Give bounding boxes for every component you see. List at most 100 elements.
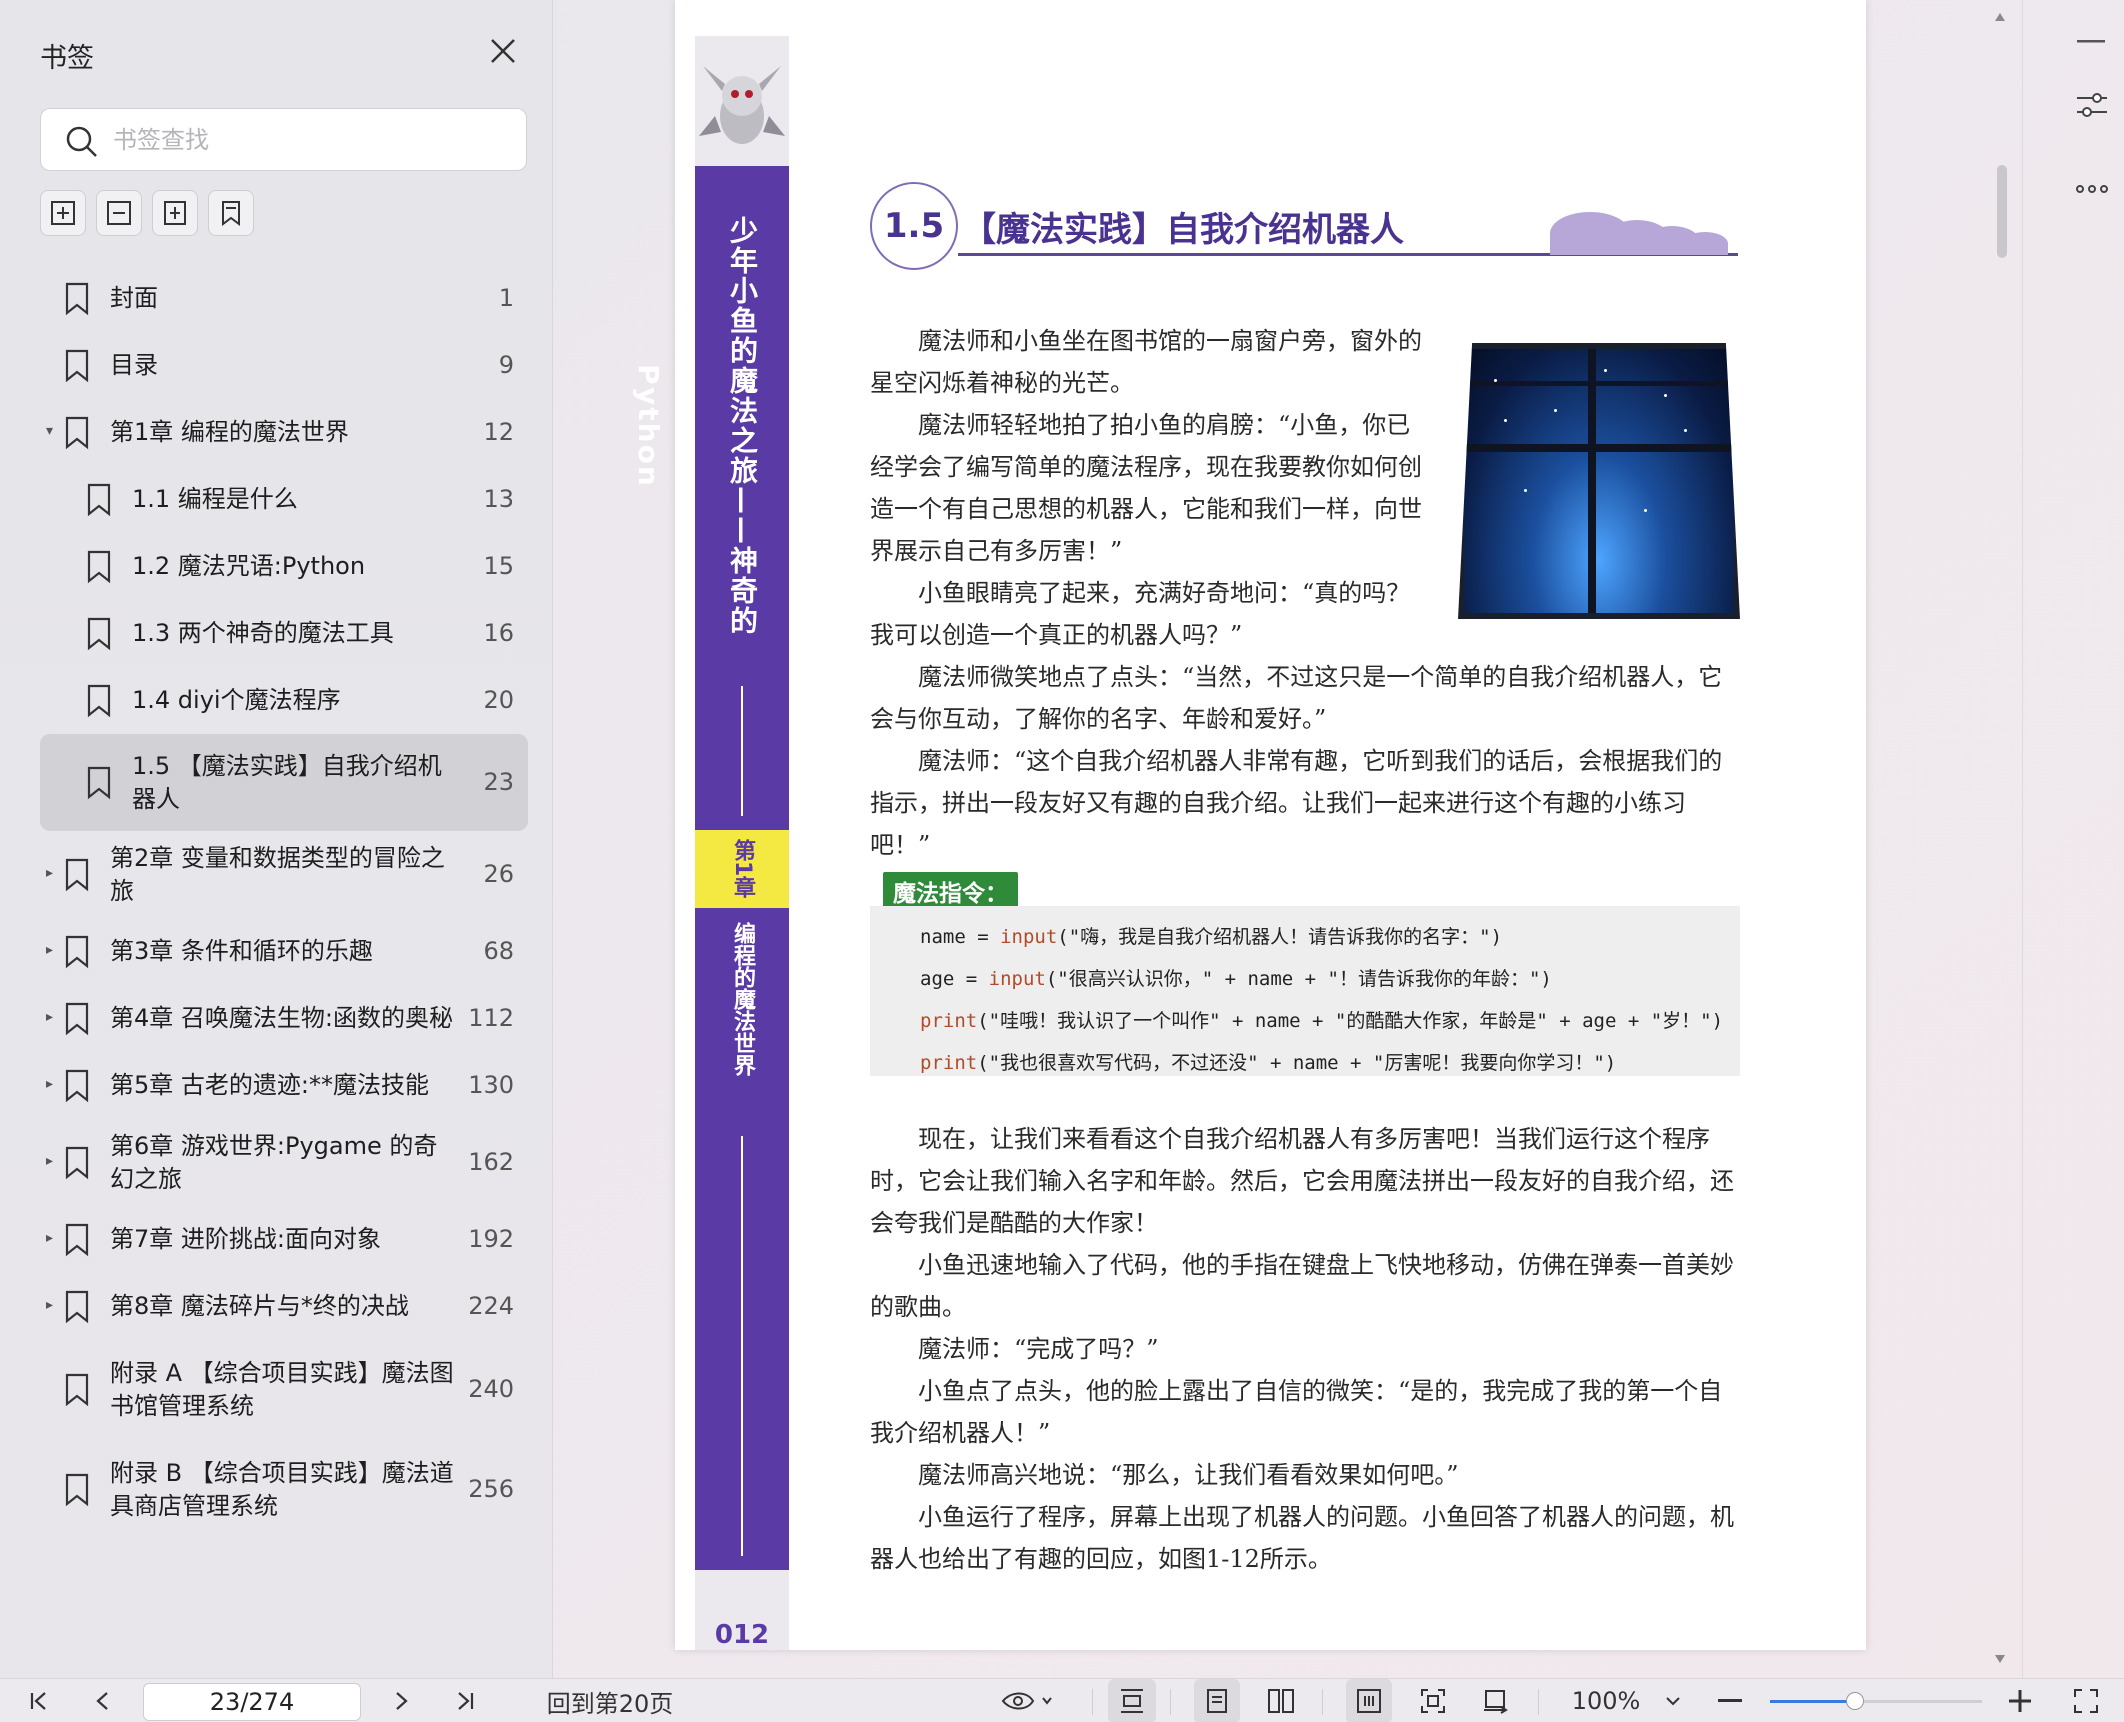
bookmark-page-number: 23 [483,767,514,796]
sidebar-item-bookmark[interactable]: ▸ 第4章 召唤魔法生物:函数的奥秘 112 [40,985,528,1052]
bookmark-page-number: 9 [498,350,514,379]
divider [1322,1689,1323,1715]
previous-page-icon[interactable] [86,1679,120,1722]
bookmark-icon [86,483,112,517]
bookmark-label: 第6章 游戏世界:Pygame 的奇幻之旅 [110,1131,438,1193]
bookmark-label: 第2章 变量和数据类型的冒险之旅 [110,843,445,905]
scrollbar-thumb[interactable] [1997,165,2007,258]
next-page-icon[interactable] [384,1679,418,1722]
continuous-scroll-icon[interactable] [1346,1679,1392,1722]
page-number-input[interactable]: 23/274 [143,1683,361,1721]
section-heading: 1.5 【魔法实践】自我介绍机器人 [870,182,1740,272]
bookmark-label: 封面 [110,284,158,312]
paragraph: 魔法师轻轻地拍了拍小鱼的肩膀：“小鱼，你已经学会了编写简单的魔法程序，现在我要教… [870,411,1422,565]
adjust-settings-icon[interactable] [2075,90,2109,120]
paragraph: 魔法师微笑地点了点头：“当然，不过这只是一个简单的自我介绍机器人，它会与你互动，… [870,663,1723,733]
sidebar-item-bookmark[interactable]: 封面 1 [40,265,528,332]
last-page-icon[interactable] [448,1679,482,1722]
bookmark-page-number: 16 [483,618,514,647]
rotate-page-icon[interactable] [1472,1679,1518,1722]
expand-arrow-icon[interactable]: ▸ [46,1297,60,1313]
scroll-up-icon[interactable] [1994,12,2006,22]
bookmark-icon [64,858,90,892]
add-bookmark-icon[interactable] [40,190,86,236]
single-page-icon[interactable] [1194,1679,1240,1722]
bookmark-sidebar: 书签 封面 1 目录 9 ▾ 第1章 编程的魔法世界 12 1.1 编程是什么 13 1.2 魔法… [0,0,553,1678]
expand-bookmarks-icon[interactable] [152,190,198,236]
bookmark-search-box[interactable] [40,108,527,171]
bookmark-label: 附录 A 【综合项目实践】魔法图书馆管理系统 [110,1359,454,1420]
sidebar-item-bookmark[interactable]: 1.5 【魔法实践】自我介绍机器人 23 [40,734,528,831]
remove-bookmark-icon[interactable] [96,190,142,236]
right-tool-rail [2022,0,2124,1678]
expand-arrow-icon[interactable]: ▾ [46,423,60,439]
expand-arrow-icon[interactable]: ▸ [46,1230,60,1246]
bookmark-search-input[interactable] [113,119,503,161]
two-page-icon[interactable] [1258,1679,1304,1722]
expand-arrow-icon[interactable]: ▸ [46,942,60,958]
bookmark-label: 第4章 召唤魔法生物:函数的奥秘 [110,1004,453,1032]
back-to-page-link[interactable]: 回到第20页 [535,1679,685,1722]
bookmark-label: 1.3 两个神奇的魔法工具 [132,619,394,647]
bookmark-page-number: 13 [483,484,514,513]
expand-arrow-icon[interactable]: ▸ [46,1153,60,1169]
bookmark-icon [64,935,90,969]
divider [1092,1689,1093,1715]
first-page-icon[interactable] [22,1679,56,1722]
zoom-slider-thumb[interactable] [1845,1692,1864,1710]
bookmark-label: 附录 B 【综合项目实践】魔法道具商店管理系统 [110,1459,454,1520]
bookmark-ribbon-icon[interactable] [208,190,254,236]
bookmark-icon [64,1069,90,1103]
sidebar-item-bookmark[interactable]: ▾ 第1章 编程的魔法世界 12 [40,399,528,466]
sidebar-item-bookmark[interactable]: 附录 A 【综合项目实践】魔法图书馆管理系统 240 [40,1340,528,1440]
expand-arrow-icon[interactable]: ▸ [46,1076,60,1092]
zoom-in-icon[interactable] [1998,1679,2042,1722]
bookmark-icon [64,282,90,316]
spine-title: 少年小鱼的魔法之旅——神奇的Python [632,216,759,636]
search-icon [65,125,99,159]
bookmark-page-number: 15 [483,551,514,580]
sidebar-item-bookmark[interactable]: 目录 9 [40,332,528,399]
sidebar-item-bookmark[interactable]: ▸ 第8章 魔法碎片与*终的决战 224 [40,1273,528,1340]
bookmark-icon [64,1223,90,1257]
bookmark-icon [64,1373,90,1407]
zoom-dropdown-icon[interactable] [1660,1679,1686,1722]
sidebar-item-bookmark[interactable]: 1.4 diyi个魔法程序 20 [40,667,528,734]
fit-page-icon[interactable] [1410,1679,1456,1722]
bookmark-page-number: 1 [498,283,514,312]
spine-divider-lower [741,1136,743,1556]
sidebar-item-bookmark[interactable]: 1.1 编程是什么 13 [40,466,528,533]
bookmark-label: 1.4 diyi个魔法程序 [132,686,341,714]
fit-width-icon[interactable] [1108,1679,1156,1722]
sidebar-item-bookmark[interactable]: 附录 B 【综合项目实践】魔法道具商店管理系统 256 [40,1440,528,1540]
sidebar-item-bookmark[interactable]: 1.2 魔法咒语:Python 15 [40,533,528,600]
mascot-image [695,36,789,166]
expand-arrow-icon[interactable]: ▸ [46,865,60,881]
fullscreen-icon[interactable] [2064,1679,2108,1722]
section-number: 1.5 [870,182,958,270]
scroll-down-icon[interactable] [1994,1654,2006,1664]
zoom-out-icon[interactable] [1712,1679,1748,1722]
close-icon[interactable] [488,36,518,66]
bookmark-page-number: 240 [468,1375,514,1403]
paragraph: 魔法师：“完成了吗？” [918,1335,1159,1363]
bookmark-icon [64,1290,90,1324]
eye-view-icon[interactable] [998,1679,1060,1722]
bottom-toolbar: 23/274 回到第20页 100% [0,1678,2124,1722]
zoom-level[interactable]: 100% [1566,1679,1646,1722]
intro-paragraphs: 魔法师和小鱼坐在图书馆的一扇窗户旁，窗外的星空闪烁着神秘的光芒。 魔法师轻轻地拍… [870,320,1430,572]
minimize-icon[interactable] [2077,40,2105,44]
bookmark-label: 第1章 编程的魔法世界 [110,418,349,446]
bookmark-page-number: 256 [468,1475,514,1503]
sidebar-item-bookmark[interactable]: ▸ 第2章 变量和数据类型的冒险之旅 26 [40,831,528,918]
bookmark-label: 1.2 魔法咒语:Python [132,552,366,580]
bookmark-page-number: 130 [468,1070,514,1099]
sidebar-item-bookmark[interactable]: 1.3 两个神奇的魔法工具 16 [40,600,528,667]
sidebar-item-bookmark[interactable]: ▸ 第3章 条件和循环的乐趣 68 [40,918,528,985]
sidebar-item-bookmark[interactable]: ▸ 第7章 进阶挑战:面向对象 192 [40,1206,528,1273]
paragraph: 小鱼运行了程序，屏幕上出现了机器人的问题。小鱼回答了机器人的问题，机器人也给出了… [870,1503,1734,1573]
sidebar-item-bookmark[interactable]: ▸ 第6章 游戏世界:Pygame 的奇幻之旅 162 [40,1119,528,1206]
more-options-icon[interactable] [2075,184,2109,194]
expand-arrow-icon[interactable]: ▸ [46,1009,60,1025]
sidebar-item-bookmark[interactable]: ▸ 第5章 古老的遗迹:**魔法技能 130 [40,1052,528,1119]
